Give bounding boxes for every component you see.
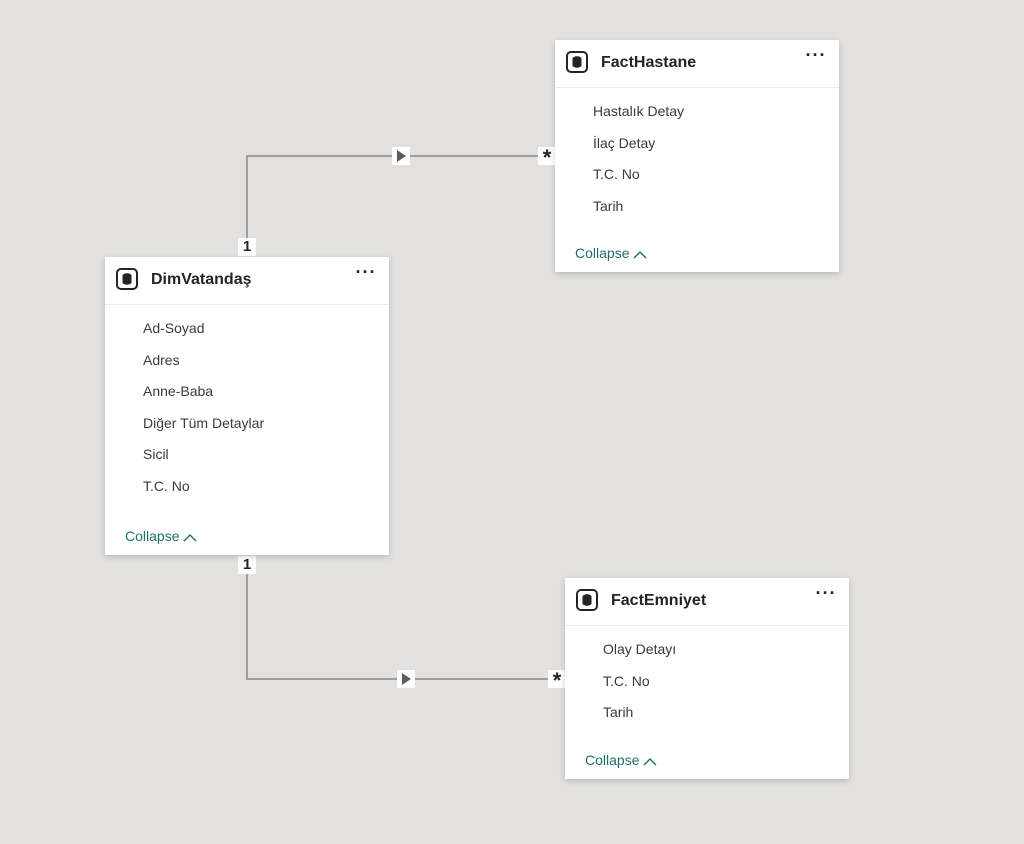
database-table-icon: [566, 51, 588, 73]
field-item[interactable]: Anne-Baba: [105, 376, 389, 408]
collapse-button[interactable]: Collapse: [585, 752, 657, 769]
cardinality-many-facthastane: *: [538, 147, 556, 169]
collapse-button[interactable]: Collapse: [125, 528, 197, 545]
relationship-line-dimvatandas-factemniyet[interactable]: [246, 556, 566, 680]
table-title: FactHastane: [601, 54, 697, 71]
table-card-factemniyet[interactable]: FactEmniyet ··· Olay Detayı T.C. No Tari…: [565, 578, 849, 779]
chevron-up-icon: [183, 529, 197, 545]
field-list: Olay Detayı T.C. No Tarih: [565, 626, 849, 729]
field-item[interactable]: T.C. No: [555, 159, 839, 191]
table-header[interactable]: FactEmniyet ···: [565, 578, 849, 626]
field-item[interactable]: Ad-Soyad: [105, 313, 389, 345]
field-item[interactable]: T.C. No: [105, 471, 389, 503]
table-card-dimvatandas[interactable]: DimVatandaş ··· Ad-Soyad Adres Anne-Baba…: [105, 257, 389, 555]
database-table-icon: [116, 268, 138, 290]
field-item[interactable]: Hastalık Detay: [555, 96, 839, 128]
field-item[interactable]: Diğer Tüm Detaylar: [105, 408, 389, 440]
collapse-label: Collapse: [125, 528, 180, 544]
relationship-line-dimvatandas-facthastane[interactable]: [246, 155, 556, 256]
collapse-label: Collapse: [575, 245, 630, 261]
field-list: Ad-Soyad Adres Anne-Baba Diğer Tüm Detay…: [105, 305, 389, 503]
field-item[interactable]: Tarih: [565, 697, 849, 729]
model-view-canvas: * 1 1 * FactHastane ··· Hastalık Detay İ…: [0, 0, 1024, 844]
more-options-icon[interactable]: ···: [813, 584, 839, 608]
table-card-facthastane[interactable]: FactHastane ··· Hastalık Detay İlaç Deta…: [555, 40, 839, 272]
cardinality-one-dimvatandas-top: 1: [238, 238, 256, 256]
more-options-icon[interactable]: ···: [353, 263, 379, 287]
filter-direction-arrow-icon: [402, 673, 411, 685]
filter-direction-arrow-bottom[interactable]: [397, 670, 415, 688]
more-options-icon[interactable]: ···: [803, 46, 829, 70]
field-item[interactable]: Olay Detayı: [565, 634, 849, 666]
cardinality-many-factemniyet: *: [548, 670, 566, 692]
field-item[interactable]: İlaç Detay: [555, 128, 839, 160]
chevron-up-icon: [633, 246, 647, 262]
filter-direction-arrow-icon: [397, 150, 406, 162]
field-item[interactable]: Sicil: [105, 439, 389, 471]
cardinality-one-dimvatandas-bottom: 1: [238, 556, 256, 574]
field-item[interactable]: Tarih: [555, 191, 839, 223]
collapse-button[interactable]: Collapse: [575, 245, 647, 262]
field-item[interactable]: Adres: [105, 345, 389, 377]
chevron-up-icon: [643, 753, 657, 769]
field-list: Hastalık Detay İlaç Detay T.C. No Tarih: [555, 88, 839, 222]
collapse-label: Collapse: [585, 752, 640, 768]
table-header[interactable]: FactHastane ···: [555, 40, 839, 88]
table-title: FactEmniyet: [611, 592, 707, 609]
database-table-icon: [576, 589, 598, 611]
table-title: DimVatandaş: [151, 271, 252, 288]
filter-direction-arrow-top[interactable]: [392, 147, 410, 165]
table-header[interactable]: DimVatandaş ···: [105, 257, 389, 305]
field-item[interactable]: T.C. No: [565, 666, 849, 698]
